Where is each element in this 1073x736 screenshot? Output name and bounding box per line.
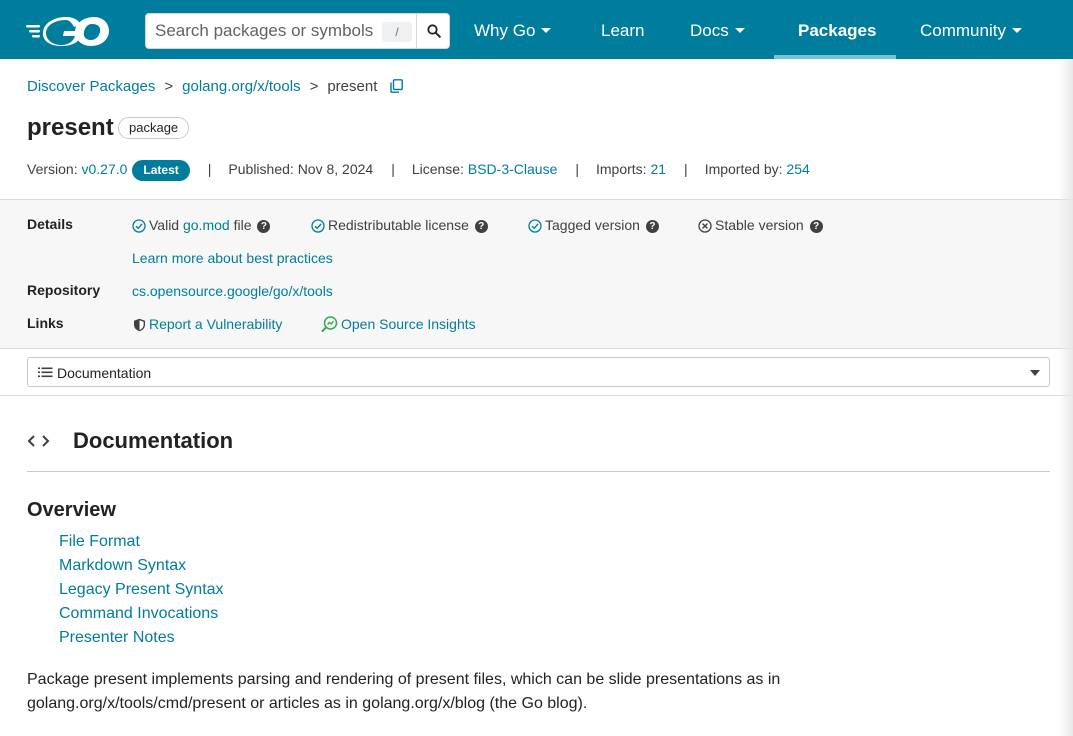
list-item: Command Invocations — [59, 604, 224, 628]
repository-label: Repository — [27, 282, 101, 298]
chevron-down-icon — [734, 28, 745, 33]
imports-link[interactable]: 21 — [650, 161, 666, 177]
check-stable-version: Stable version? — [698, 217, 823, 233]
details-label: Details — [27, 216, 73, 232]
toc-file-format[interactable]: File Format — [59, 533, 140, 550]
documentation-heading: Documentation — [73, 428, 234, 453]
latest-badge: Latest — [132, 160, 190, 181]
check-label: Redistributable license — [328, 217, 469, 233]
go-logo-icon — [26, 17, 109, 46]
search-icon — [426, 24, 441, 38]
report-vulnerability-label: Report a Vulnerability — [149, 316, 283, 332]
help-icon[interactable]: ? — [809, 220, 823, 233]
breadcrumb-discover-packages[interactable]: Discover Packages — [27, 78, 155, 95]
nav-community-label: Community — [920, 21, 1006, 40]
breadcrumb: Discover Packages > golang.org/x/tools > pre… — [27, 78, 403, 95]
help-icon[interactable]: ? — [474, 220, 488, 233]
search-box: / — [145, 13, 450, 49]
chevron-down-icon — [541, 28, 552, 33]
nav-docs-label: Docs — [690, 21, 729, 40]
search-shortcut-hint: / — [382, 22, 412, 42]
imports-label: Imports: — [596, 161, 647, 177]
package-title: present — [27, 114, 114, 141]
nav-docs[interactable]: Docs — [690, 0, 745, 59]
package-kind-badge: package — [118, 117, 190, 139]
license-label: License: — [411, 161, 464, 177]
meta-divider: | — [207, 161, 212, 177]
gomod-link[interactable]: go.mod — [183, 217, 230, 233]
repository-link[interactable]: cs.opensource.google/go/x/tools — [132, 283, 333, 299]
check-label: Stable version — [715, 217, 804, 233]
divider — [27, 471, 1050, 472]
nav-why-go[interactable]: Why Go — [474, 0, 552, 59]
toc-markdown-syntax[interactable]: Markdown Syntax — [59, 557, 186, 574]
nav-learn-label: Learn — [601, 21, 645, 40]
overview-heading: Overview — [27, 499, 116, 521]
shield-icon — [134, 318, 145, 332]
breadcrumb-separator: > — [309, 78, 319, 95]
list-item: Legacy Present Syntax — [59, 580, 224, 604]
best-practices-link[interactable]: Learn more about best practices — [132, 250, 333, 266]
search-input[interactable] — [146, 14, 416, 48]
imported-by-label: Imported by: — [704, 161, 783, 177]
toc-legacy-present-syntax[interactable]: Legacy Present Syntax — [59, 581, 224, 598]
check-circle-icon — [311, 219, 325, 233]
list-item: Presenter Notes — [59, 628, 224, 652]
help-icon[interactable]: ? — [257, 220, 271, 233]
x-circle-icon — [698, 219, 712, 233]
breadcrumb-current: present — [327, 78, 378, 95]
nav-active-indicator — [774, 55, 896, 59]
page-edge-shadow — [1058, 59, 1073, 736]
check-valid-gomod: Valid go.mod file? — [132, 217, 271, 233]
package-description: Package present implements parsing and r… — [27, 671, 781, 712]
nav-why-go-label: Why Go — [474, 21, 536, 40]
breadcrumb-tools[interactable]: golang.org/x/tools — [182, 78, 300, 95]
links-label: Links — [27, 315, 64, 331]
open-source-insights-label: Open Source Insights — [341, 316, 476, 332]
check-label: Tagged version — [545, 217, 640, 233]
go-logo[interactable] — [26, 14, 110, 46]
version-label: Version: — [27, 161, 78, 177]
list-icon — [38, 367, 53, 378]
check-label: Valid — [149, 217, 183, 233]
list-item: File Format — [59, 532, 224, 556]
meta-divider: | — [391, 161, 395, 177]
imported-by-link[interactable]: 254 — [786, 161, 809, 177]
check-label-suffix: file — [229, 217, 252, 233]
dropdown-arrow-icon — [1030, 370, 1040, 376]
copy-path-icon[interactable] — [389, 79, 403, 93]
outline-select-value: Documentation — [57, 365, 152, 381]
meta-divider: | — [575, 161, 579, 177]
insights-icon — [321, 316, 338, 332]
breadcrumb-separator: > — [164, 78, 174, 95]
check-redistributable: Redistributable license? — [311, 217, 488, 233]
nav-packages-label: Packages — [798, 21, 877, 40]
details-panel: Details Valid go.mod file? Redistributab… — [0, 199, 1073, 349]
package-meta: Version: v0.27.0 Latest | Published: Nov 8,… — [27, 160, 810, 181]
open-source-insights-link[interactable]: Open Source Insights — [321, 316, 476, 332]
nav-community[interactable]: Community — [920, 0, 1022, 59]
nav-packages[interactable]: Packages — [798, 0, 876, 59]
check-circle-icon — [528, 219, 542, 233]
help-icon[interactable]: ? — [645, 220, 659, 233]
code-brackets-icon — [27, 435, 50, 447]
overview-toc: File Format Markdown Syntax Legacy Prese… — [59, 532, 224, 652]
chevron-down-icon — [1011, 28, 1022, 33]
outline-select[interactable]: Documentation — [27, 357, 1050, 387]
nav-learn[interactable]: Learn — [601, 0, 644, 59]
published-label: Published: — [228, 161, 294, 177]
check-tagged-version: Tagged version? — [528, 217, 659, 233]
meta-divider: | — [684, 161, 688, 177]
report-vulnerability-link[interactable]: Report a Vulnerability — [133, 316, 282, 332]
list-item: Markdown Syntax — [59, 556, 224, 580]
license-link[interactable]: BSD-3-Clause — [468, 161, 557, 177]
toc-command-invocations[interactable]: Command Invocations — [59, 605, 218, 622]
published-date: Nov 8, 2024 — [297, 161, 374, 177]
toc-presenter-notes[interactable]: Presenter Notes — [59, 629, 175, 646]
check-circle-icon — [132, 219, 146, 233]
site-header: / Why Go Learn Docs Packages Community — [0, 0, 1073, 59]
search-button[interactable] — [416, 14, 450, 48]
divider — [0, 395, 1073, 396]
version-link[interactable]: v0.27.0 — [81, 161, 127, 177]
